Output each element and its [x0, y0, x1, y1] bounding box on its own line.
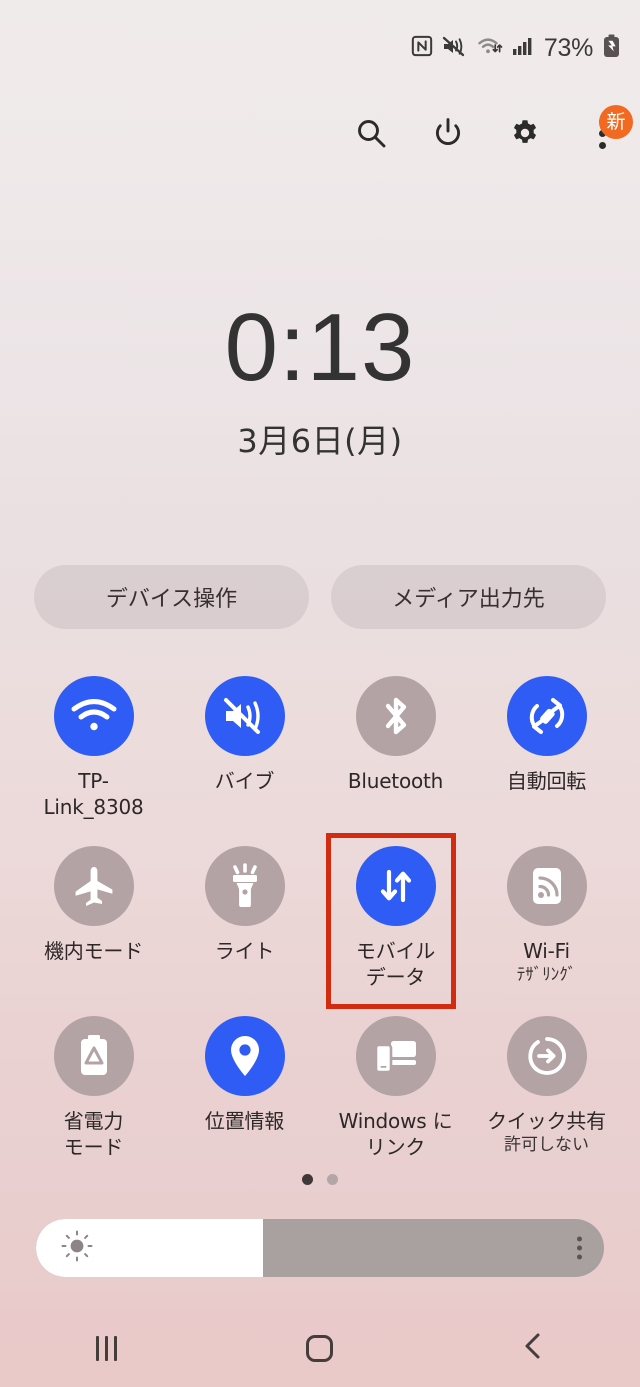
tile-label: 省電力 モード: [63, 1109, 124, 1159]
tile-sublabel: 許可しない: [504, 1135, 589, 1155]
nfc-icon: [411, 35, 433, 62]
tile-label: ライト: [214, 939, 275, 963]
device-control-button[interactable]: デバイス操作: [34, 565, 309, 629]
tile-label: モバイル データ: [355, 939, 436, 989]
vibrate-icon: [204, 676, 285, 756]
tile-label: Windows に リンク: [338, 1109, 453, 1159]
navigation-bar: [0, 1310, 640, 1387]
wifi-icon: [477, 35, 503, 62]
tile-mobile-data[interactable]: モバイル データ: [320, 833, 471, 1009]
airplane-icon: [53, 846, 134, 926]
clock-area[interactable]: 0:13 3月6日(月): [0, 300, 640, 462]
home-icon: [306, 1335, 334, 1362]
gear-icon[interactable]: [505, 113, 545, 153]
tile-vibrate[interactable]: バイブ: [169, 668, 320, 832]
flashlight-icon: [204, 846, 285, 926]
recents-bar: [96, 1336, 100, 1361]
battery-percent-label: 73%: [543, 33, 593, 62]
tile-sublabel: ﾃｻﾞﾘﾝｸﾞ: [516, 965, 577, 985]
recents-icon: [96, 1336, 118, 1361]
tile-power-saving[interactable]: 省電力 モード: [18, 1008, 169, 1172]
tile-label: Wi-Fi: [523, 939, 570, 963]
status-bar: 73%: [0, 0, 640, 96]
page-indicator: [0, 1174, 640, 1185]
page-dot-1[interactable]: [302, 1174, 313, 1185]
auto-rotate-icon: [506, 676, 587, 756]
media-output-button[interactable]: メディア出力先: [331, 565, 606, 629]
clock-time: 0:13: [224, 294, 416, 401]
link-to-windows-icon: [355, 1016, 436, 1096]
tile-quick-share[interactable]: クイック共有 許可しない: [471, 1008, 622, 1172]
battery-charging-icon: [603, 34, 620, 63]
header-action-bar: 新: [351, 103, 633, 163]
wifi-icon: [53, 676, 134, 756]
kebab-dot: [577, 1236, 582, 1242]
mobile-data-icon: [355, 846, 436, 926]
location-pin-icon: [204, 1016, 285, 1096]
tile-label: 機内モード: [44, 939, 143, 963]
tile-label: TP- Link_8308: [43, 769, 144, 819]
power-icon[interactable]: [428, 113, 468, 153]
nav-back-button[interactable]: [478, 1319, 588, 1379]
quick-settings-grid: TP- Link_8308 バイブ Bluetooth 自動回転 機内モード ラ…: [18, 668, 622, 1172]
brightness-slider[interactable]: [36, 1219, 604, 1277]
nav-recents-button[interactable]: [52, 1319, 162, 1379]
tile-airplane-mode[interactable]: 機内モード: [18, 838, 169, 1002]
mute-vibrate-icon: [442, 35, 468, 62]
search-icon[interactable]: [351, 113, 391, 153]
tile-label: バイブ: [214, 769, 275, 793]
tile-auto-rotate[interactable]: 自動回転: [471, 668, 622, 832]
brightness-menu-icon[interactable]: [577, 1236, 582, 1260]
kebab-dot: [598, 141, 606, 149]
kebab-menu-icon[interactable]: 新: [582, 105, 633, 153]
tile-label: クイック共有: [487, 1109, 606, 1133]
tile-label: 自動回転: [506, 769, 587, 793]
kebab-dot: [577, 1245, 582, 1251]
clock-date: 3月6日(月): [237, 422, 403, 460]
quick-share-icon: [506, 1016, 587, 1096]
new-badge: 新: [599, 105, 633, 139]
tile-label: 位置情報: [204, 1109, 285, 1133]
tile-flashlight[interactable]: ライト: [169, 838, 320, 1002]
tile-location[interactable]: 位置情報: [169, 1008, 320, 1172]
battery-saver-icon: [53, 1016, 134, 1096]
recents-bar: [114, 1336, 118, 1361]
tile-label: Bluetooth: [347, 769, 444, 793]
signal-icon: [512, 36, 534, 61]
tile-link-to-windows[interactable]: Windows に リンク: [320, 1008, 471, 1172]
bluetooth-icon: [355, 676, 436, 756]
brightness-sun-icon: [60, 1229, 94, 1268]
kebab-dot: [577, 1254, 582, 1260]
pill-button-row: デバイス操作 メディア出力先: [34, 565, 606, 629]
wifi-tethering-icon: [506, 846, 587, 926]
page-dot-2[interactable]: [327, 1174, 338, 1185]
tile-bluetooth[interactable]: Bluetooth: [320, 668, 471, 832]
tile-wifi[interactable]: TP- Link_8308: [18, 668, 169, 832]
back-chevron-icon: [520, 1331, 546, 1366]
recents-bar: [105, 1336, 109, 1361]
tile-wifi-tethering[interactable]: Wi-Fi ﾃｻﾞﾘﾝｸﾞ: [471, 838, 622, 1002]
nav-home-button[interactable]: [265, 1319, 375, 1379]
